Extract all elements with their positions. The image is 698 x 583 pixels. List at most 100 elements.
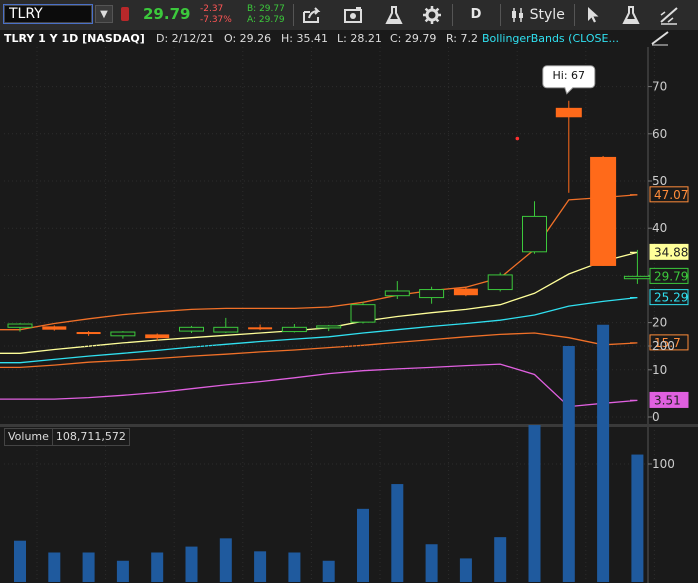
- symbol-input[interactable]: [3, 4, 93, 24]
- volume-bar: [185, 546, 198, 582]
- candle-body-up: [419, 289, 445, 299]
- candle-body-up: [623, 275, 651, 280]
- volume-bar: [494, 537, 507, 582]
- candle-body-up: [316, 325, 342, 329]
- volume-bar: [528, 425, 541, 582]
- share-icon: [303, 7, 321, 23]
- volume-bar: [116, 560, 129, 582]
- last-value-text: 47.07: [654, 188, 688, 202]
- style-label: Style: [529, 7, 565, 23]
- chart-background: [0, 47, 698, 583]
- trend-icon: [651, 31, 669, 46]
- last-value-text: 3.51: [654, 393, 681, 407]
- chart-header: TLRY 1 Y 1D [NASDAQ] D: 2/12/21 O: 29.26…: [0, 30, 698, 47]
- chart-area[interactable]: 010203040506070 Hi: 6747.0734.8829.7925.…: [0, 47, 698, 583]
- candle-body-up: [179, 326, 204, 332]
- last-value-text: 29.79: [654, 269, 688, 283]
- candle-body-down: [555, 107, 582, 118]
- header-date: D: 2/12/21: [156, 32, 215, 45]
- drawings-flask-button[interactable]: [615, 3, 647, 27]
- candle-body-up: [384, 290, 410, 297]
- study-label[interactable]: BollingerBands (CLOSE...: [482, 30, 619, 47]
- ask-price: A: 29.79: [247, 15, 285, 25]
- candles-icon: [512, 8, 524, 22]
- percent-change: -7.37%: [200, 15, 232, 25]
- volume-bar: [322, 560, 335, 582]
- volume-bar: [597, 324, 610, 582]
- volume-bar: [151, 552, 164, 582]
- gear-icon: [423, 6, 441, 24]
- candle-body-up: [350, 304, 376, 323]
- cursor-arrow-icon: [588, 7, 599, 23]
- volume-bar: [48, 552, 61, 582]
- toolbar: ▼ 29.79 -2.37 -7.37% B: 29.77 A: 29.79 D…: [0, 0, 698, 31]
- candle-body-up: [522, 215, 547, 253]
- price-tick-label: 40: [652, 221, 667, 235]
- image-button[interactable]: [337, 3, 369, 27]
- volume-bar: [631, 454, 644, 582]
- volume-tick-label: 200: [652, 339, 675, 353]
- last-price: 29.79: [143, 5, 191, 23]
- candle-body-down: [248, 327, 273, 330]
- volume-bar: [425, 544, 438, 582]
- high-callout-label: Hi: 67: [553, 69, 586, 82]
- volume-bar: [562, 346, 575, 582]
- chart-title: TLRY 1 Y 1D [NASDAQ]: [4, 32, 145, 45]
- volume-bar: [288, 552, 301, 582]
- collapse-button[interactable]: [650, 30, 672, 47]
- volume-value: 108,711,572: [52, 428, 130, 446]
- volume-bar: [82, 552, 95, 582]
- drawing-tools-button[interactable]: [653, 3, 685, 27]
- aggregation-period-button[interactable]: D: [460, 3, 492, 27]
- header-low: L: 28.21: [337, 32, 382, 45]
- candle-body-up: [487, 274, 513, 291]
- panel-divider[interactable]: [0, 424, 698, 427]
- symbol-dropdown-button[interactable]: ▼: [95, 5, 113, 23]
- marker-dot: [515, 136, 520, 141]
- volume-bar: [459, 558, 472, 582]
- bid-price: B: 29.77: [247, 4, 285, 14]
- volume-bar: [219, 538, 232, 582]
- last-value-text: 34.88: [654, 245, 688, 259]
- flask-icon: [622, 6, 640, 24]
- toolbar-separator: [452, 4, 453, 26]
- toolbar-separator: [574, 4, 575, 26]
- volume-bar: [391, 484, 404, 582]
- studies-flask-button[interactable]: [378, 3, 410, 27]
- candle-body-down: [76, 332, 101, 335]
- price-tick-label: 70: [652, 80, 667, 94]
- candle-body-down: [145, 334, 170, 339]
- header-close: C: 29.79: [390, 32, 437, 45]
- cursor-tool-button[interactable]: [577, 3, 609, 27]
- toolbar-separator: [500, 4, 501, 26]
- candle-body-down: [453, 288, 478, 296]
- volume-tick-label: 100: [652, 457, 675, 471]
- trendline-icon: [660, 7, 678, 25]
- price-tick-label: 60: [652, 127, 667, 141]
- net-change: -2.37: [200, 4, 224, 14]
- volume-panel-header: Volume 108,711,572: [4, 428, 130, 446]
- volume-label: Volume: [4, 428, 53, 446]
- last-value-text: 25.29: [654, 291, 688, 305]
- alert-flag-icon[interactable]: [121, 7, 129, 21]
- candle-body-up: [213, 326, 239, 333]
- camera-icon: [344, 7, 362, 23]
- candle-body-up: [7, 323, 33, 328]
- volume-bar: [357, 508, 369, 582]
- candle-body-up: [110, 331, 136, 337]
- settings-button[interactable]: [416, 3, 448, 27]
- toolbar-separator: [293, 4, 294, 26]
- header-high: H: 35.41: [281, 32, 328, 45]
- header-range: R: 7.2: [446, 32, 479, 45]
- volume-bar: [254, 551, 267, 582]
- header-open: O: 29.26: [224, 32, 272, 45]
- price-tick-label: 10: [652, 363, 667, 377]
- share-button[interactable]: [296, 3, 328, 27]
- volume-bar: [14, 540, 26, 582]
- style-button[interactable]: Style: [508, 3, 568, 27]
- price-tick-label: 20: [652, 316, 667, 330]
- price-tick-label: 50: [652, 174, 667, 188]
- candle-body-down: [42, 326, 67, 330]
- price-tick-label: 0: [652, 410, 660, 424]
- candle-body-up: [281, 326, 307, 333]
